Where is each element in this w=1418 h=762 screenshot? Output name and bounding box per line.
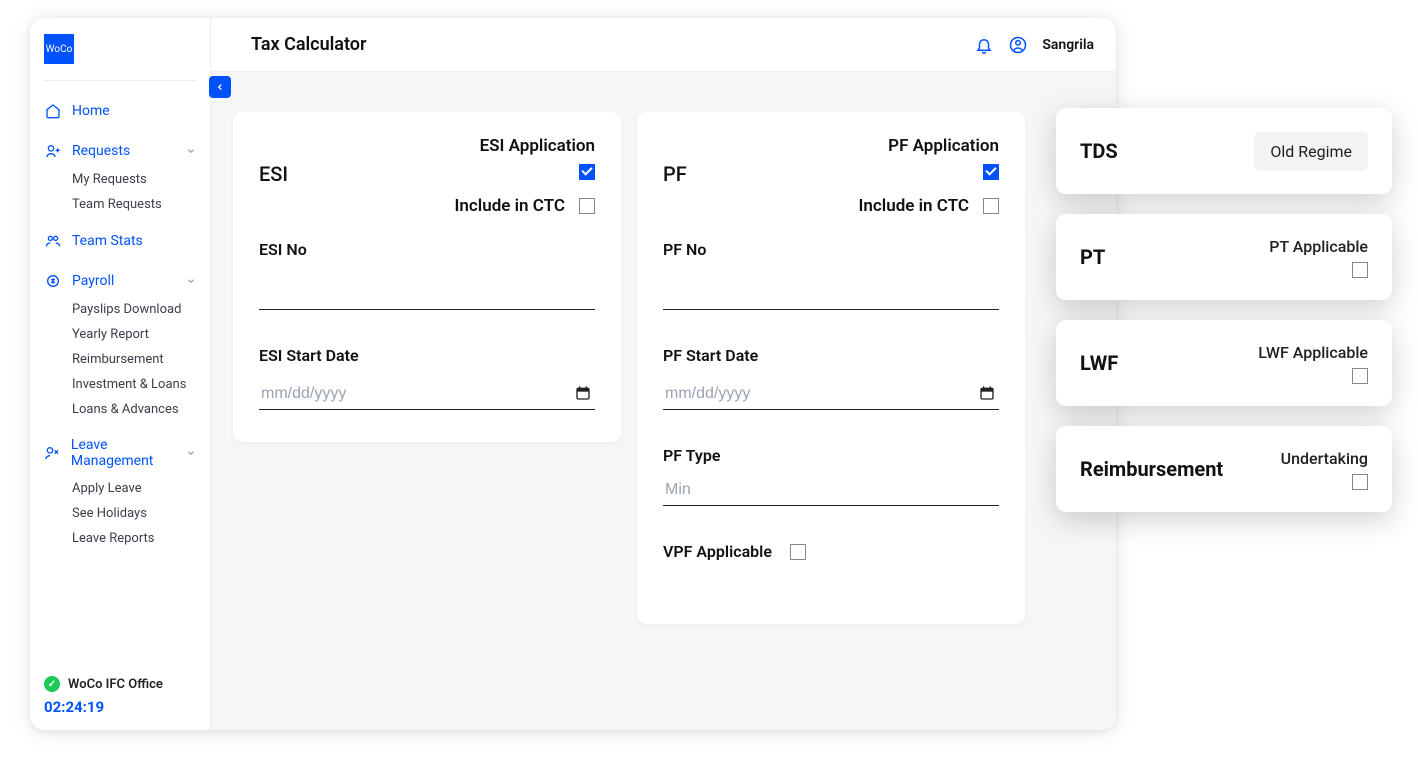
esi-start-date-input[interactable] [259, 379, 595, 410]
esi-app-label: ESI Application [480, 136, 595, 156]
main-pane: Tax Calculator Sangrila ESI [211, 18, 1116, 730]
pf-no-input[interactable] [663, 279, 999, 310]
pf-app-checkbox[interactable] [983, 164, 999, 180]
sidebar-label: Team Stats [72, 233, 143, 249]
reimbursement-checkbox[interactable] [1352, 474, 1368, 490]
sidebar-sub-team-requests[interactable]: Team Requests [30, 192, 210, 217]
bell-icon[interactable] [974, 35, 994, 55]
sidebar-sub-leave-reports[interactable]: Leave Reports [30, 526, 210, 551]
sidebar-item-requests[interactable]: Requests [30, 135, 210, 167]
status-dot-icon: ✓ [44, 676, 60, 692]
sidebar-sub-reimbursement[interactable]: Reimbursement [30, 347, 210, 372]
lwf-title: LWF [1080, 351, 1118, 375]
reimbursement-label: Undertaking [1281, 449, 1368, 468]
pt-title: PT [1080, 245, 1105, 269]
esi-title: ESI [259, 162, 288, 186]
calendar-icon[interactable] [979, 385, 995, 401]
vpf-label: VPF Applicable [663, 542, 772, 561]
people-icon [44, 232, 62, 250]
reimbursement-title: Reimbursement [1080, 457, 1223, 481]
tds-regime-button[interactable]: Old Regime [1254, 132, 1368, 171]
divider [44, 80, 196, 81]
esi-include-label: Include in CTC [455, 196, 565, 216]
pf-type-label: PF Type [663, 446, 999, 465]
sidebar-sub-payslips[interactable]: Payslips Download [30, 297, 210, 322]
esi-no-label: ESI No [259, 240, 595, 259]
calendar-icon[interactable] [575, 385, 591, 401]
pf-card: PF PF Application Include in CTC [637, 112, 1025, 624]
esi-no-input[interactable] [259, 279, 595, 310]
sidebar-label: Leave Management [71, 437, 186, 469]
chevron-down-icon [186, 276, 196, 286]
chevron-down-icon [186, 146, 196, 156]
lwf-checkbox[interactable] [1352, 368, 1368, 384]
vpf-checkbox[interactable] [790, 544, 806, 560]
sidebar-item-payroll[interactable]: Payroll [30, 265, 210, 297]
sidebar-sub-my-requests[interactable]: My Requests [30, 167, 210, 192]
lwf-card: LWF LWF Applicable [1056, 320, 1392, 406]
esi-card: ESI ESI Application Include in CTC [233, 112, 621, 442]
pf-no-label: PF No [663, 240, 999, 259]
page-title: Tax Calculator [251, 34, 366, 55]
collapse-sidebar-button[interactable] [209, 76, 231, 98]
pf-include-checkbox[interactable] [983, 198, 999, 214]
office-name: WoCo IFC Office [68, 677, 163, 692]
sidebar: WoCo Home Requests My Requests Team [30, 18, 211, 730]
clock: 02:24:19 [44, 698, 196, 716]
sidebar-item-home[interactable]: Home [30, 95, 210, 127]
sidebar-sub-investment-loans[interactable]: Investment & Loans [30, 372, 210, 397]
money-icon [44, 272, 62, 290]
chevron-down-icon [186, 448, 196, 458]
sidebar-sub-apply-leave[interactable]: Apply Leave [30, 476, 210, 501]
pt-checkbox[interactable] [1352, 262, 1368, 278]
tds-title: TDS [1080, 139, 1118, 163]
sidebar-sub-loans-advances[interactable]: Loans & Advances [30, 397, 210, 422]
sidebar-item-leave[interactable]: Leave Management [30, 430, 210, 476]
pf-app-label: PF Application [888, 136, 999, 156]
pf-start-date-input[interactable] [663, 379, 999, 410]
logo: WoCo [44, 34, 74, 64]
sidebar-label: Requests [72, 143, 130, 159]
person-x-icon [44, 444, 61, 462]
sidebar-label: Payroll [72, 273, 114, 289]
lwf-label: LWF Applicable [1258, 343, 1368, 362]
content-area: ESI ESI Application Include in CTC [211, 72, 1116, 730]
sidebar-label: Home [72, 103, 110, 119]
pt-card: PT PT Applicable [1056, 214, 1392, 300]
reimbursement-card: Reimbursement Undertaking [1056, 426, 1392, 512]
user-icon[interactable] [1008, 35, 1028, 55]
pf-title: PF [663, 162, 687, 186]
pf-start-label: PF Start Date [663, 346, 999, 365]
sidebar-sub-yearly-report[interactable]: Yearly Report [30, 322, 210, 347]
person-plus-icon [44, 142, 62, 160]
app-window: WoCo Home Requests My Requests Team [30, 18, 1116, 730]
pt-label: PT Applicable [1269, 237, 1368, 256]
esi-include-checkbox[interactable] [579, 198, 595, 214]
user-name[interactable]: Sangrila [1042, 37, 1094, 53]
sidebar-footer: ✓ WoCo IFC Office 02:24:19 [30, 676, 210, 716]
tds-card: TDS Old Regime [1056, 108, 1392, 194]
pf-include-label: Include in CTC [859, 196, 969, 216]
sidebar-item-team-stats[interactable]: Team Stats [30, 225, 210, 257]
topbar: Tax Calculator Sangrila [211, 18, 1116, 72]
home-icon [44, 102, 62, 120]
esi-start-label: ESI Start Date [259, 346, 595, 365]
sidebar-sub-see-holidays[interactable]: See Holidays [30, 501, 210, 526]
floating-stack: TDS Old Regime PT PT Applicable LWF LWF … [1056, 108, 1392, 512]
esi-app-checkbox[interactable] [579, 164, 595, 180]
pf-type-input[interactable] [663, 475, 999, 506]
